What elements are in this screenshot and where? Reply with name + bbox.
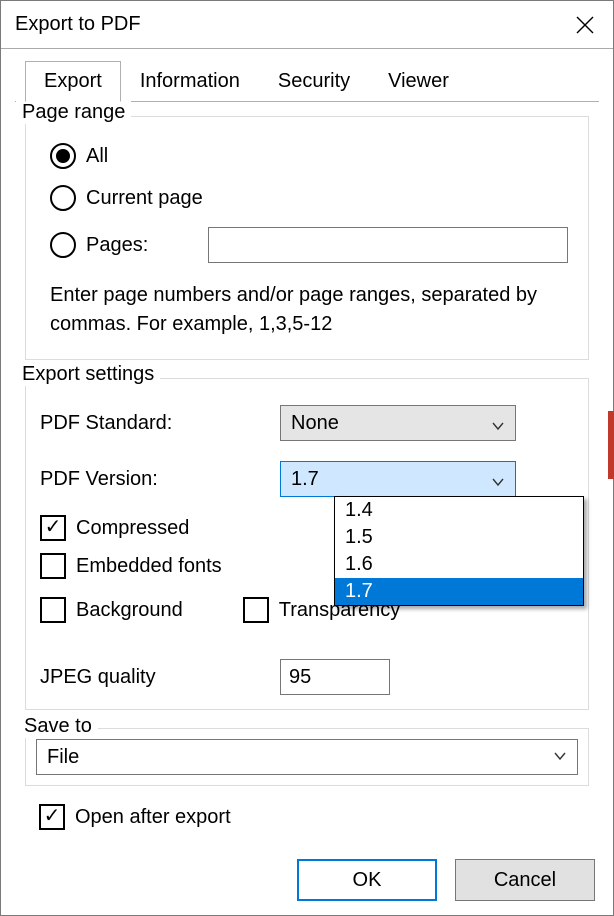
radio-label-all: All <box>86 145 108 168</box>
radio-pages[interactable] <box>50 232 76 258</box>
group-label-export-settings: Export settings <box>16 363 160 386</box>
cancel-button[interactable]: Cancel <box>455 859 595 901</box>
input-jpeg-quality[interactable] <box>280 659 390 695</box>
background-accent <box>608 411 614 479</box>
label-pdf-standard: PDF Standard: <box>40 412 280 435</box>
label-embedded-fonts: Embedded fonts <box>76 555 222 578</box>
combo-save-to[interactable]: File <box>36 739 578 775</box>
combo-pdf-standard[interactable]: None <box>280 405 516 441</box>
option-1-4[interactable]: 1.4 <box>335 497 583 524</box>
label-jpeg-quality: JPEG quality <box>40 666 280 689</box>
label-background: Background <box>76 599 183 622</box>
radio-row-current[interactable]: Current page <box>50 185 574 211</box>
radio-row-pages: Pages: <box>50 227 574 263</box>
checkbox-transparency[interactable] <box>243 597 269 623</box>
group-label-page-range: Page range <box>16 101 131 124</box>
page-range-hint: Enter page numbers and/or page ranges, s… <box>50 281 564 339</box>
tab-information[interactable]: Information <box>121 61 259 102</box>
combo-pdf-version[interactable]: 1.7 <box>280 461 516 497</box>
radio-label-current: Current page <box>86 187 203 210</box>
option-1-6[interactable]: 1.6 <box>335 551 583 578</box>
radio-label-pages: Pages: <box>86 234 148 257</box>
chevron-down-icon <box>491 472 505 486</box>
group-label-save-to: Save to <box>18 715 98 738</box>
row-pdf-version: PDF Version: 1.7 1.4 1.5 1.6 1.7 <box>40 461 574 497</box>
row-pdf-standard: PDF Standard: None <box>40 405 574 441</box>
radio-all[interactable] <box>50 143 76 169</box>
option-1-7[interactable]: 1.7 <box>335 578 583 605</box>
tab-bar: Export Information Security Viewer <box>25 61 613 102</box>
checkbox-background[interactable] <box>40 597 66 623</box>
combo-pdf-version-value: 1.7 <box>291 468 319 491</box>
row-background[interactable]: Background <box>40 597 183 623</box>
chevron-down-icon <box>553 746 567 769</box>
row-open-after-export[interactable]: Open after export <box>39 804 599 830</box>
option-1-5[interactable]: 1.5 <box>335 524 583 551</box>
ok-button[interactable]: OK <box>297 859 437 901</box>
checkbox-compressed[interactable] <box>40 515 66 541</box>
combo-save-to-value: File <box>47 746 79 769</box>
page-range-group: Page range All Current page Pages: Enter… <box>25 116 589 360</box>
dialog-title: Export to PDF <box>15 13 141 36</box>
label-pdf-version: PDF Version: <box>40 468 280 491</box>
dropdown-pdf-version: 1.4 1.5 1.6 1.7 <box>334 496 584 606</box>
label-compressed: Compressed <box>76 517 189 540</box>
export-settings-group: Export settings PDF Standard: None PDF V… <box>25 378 589 710</box>
chevron-down-icon <box>491 416 505 430</box>
checkbox-embedded-fonts[interactable] <box>40 553 66 579</box>
radio-current[interactable] <box>50 185 76 211</box>
row-jpeg-quality: JPEG quality <box>40 659 574 695</box>
close-button[interactable] <box>557 1 613 49</box>
label-open-after: Open after export <box>75 806 231 829</box>
button-bar: OK Cancel <box>297 859 595 901</box>
tab-export[interactable]: Export <box>25 61 121 102</box>
tab-security[interactable]: Security <box>259 61 369 102</box>
close-icon <box>575 15 595 35</box>
titlebar: Export to PDF <box>1 1 613 49</box>
pages-input[interactable] <box>208 227 568 263</box>
checkbox-open-after[interactable] <box>39 804 65 830</box>
radio-row-all[interactable]: All <box>50 143 574 169</box>
tab-content: Page range All Current page Pages: Enter… <box>15 101 599 830</box>
save-to-group: Save to File <box>25 728 589 786</box>
combo-pdf-standard-value: None <box>291 412 339 435</box>
tab-viewer[interactable]: Viewer <box>369 61 468 102</box>
